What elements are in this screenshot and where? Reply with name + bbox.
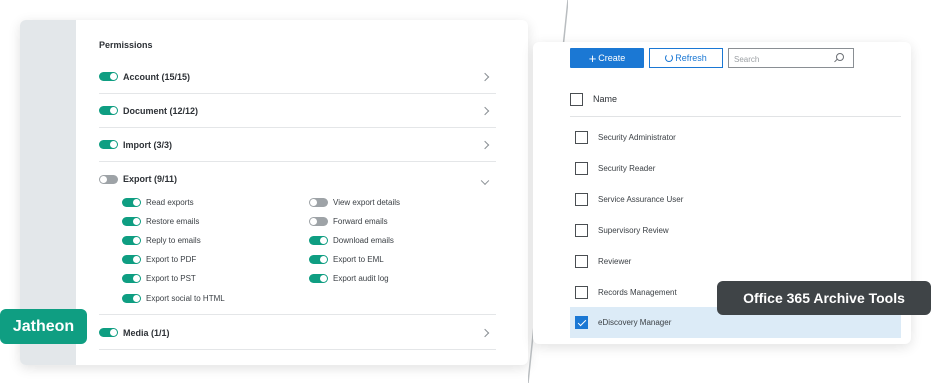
role-row-security-reader[interactable]: Security Reader (570, 153, 901, 184)
select-all-checkbox[interactable] (570, 92, 583, 106)
permission-category-account[interactable]: Account (15/15) (99, 60, 496, 94)
export-item-export-audit-log[interactable]: Export audit log (309, 272, 389, 284)
role-label: Service Assurance User (598, 195, 684, 204)
document-toggle[interactable] (99, 106, 118, 115)
toggle-switch[interactable] (122, 235, 141, 245)
export-item-forward-emails[interactable]: Forward emails (309, 215, 388, 227)
chevron-right-icon[interactable] (480, 328, 490, 337)
refresh-icon (665, 54, 674, 62)
export-item-restore-emails[interactable]: Restore emails (122, 215, 199, 227)
item-label: Restore emails (146, 216, 200, 226)
chevron-right-icon[interactable] (480, 140, 490, 149)
toggle-switch[interactable] (309, 254, 328, 264)
item-label: View export details (333, 197, 400, 207)
jatheon-badge: Jatheon (0, 309, 87, 344)
media-toggle[interactable] (99, 328, 118, 337)
export-item-export-to-pdf[interactable]: Export to PDF (122, 253, 196, 265)
category-label: Export (9/11) (123, 174, 178, 184)
export-toggle[interactable] (99, 175, 118, 184)
toggle-switch[interactable] (309, 273, 328, 283)
export-item-download-emails[interactable]: Download emails (309, 234, 394, 246)
refresh-label: Refresh (675, 53, 707, 63)
permission-category-document[interactable]: Document (12/12) (99, 94, 496, 128)
item-label: Read exports (146, 197, 194, 207)
toggle-switch[interactable] (122, 273, 141, 283)
chevron-right-icon[interactable] (480, 72, 490, 81)
role-row-service-assurance-user[interactable]: Service Assurance User (570, 184, 901, 215)
toggle-switch[interactable] (122, 254, 141, 264)
column-label: Name (593, 94, 618, 104)
item-label: Export to PDF (146, 254, 197, 264)
role-row-reviewer[interactable]: Reviewer (570, 246, 901, 277)
item-label: Export social to HTML (146, 293, 225, 303)
create-label: Create (598, 53, 626, 63)
role-label: eDiscovery Manager (598, 318, 672, 327)
category-label: Import (3/3) (123, 139, 173, 150)
role-label: Reviewer (598, 257, 632, 266)
toggle-switch[interactable] (122, 293, 141, 303)
toggle-switch[interactable] (122, 216, 141, 226)
item-label: Forward emails (333, 216, 388, 226)
export-item-export-social-to-html[interactable]: Export social to HTML (122, 292, 225, 304)
category-label: Document (12/12) (123, 105, 199, 116)
plus-icon: + (588, 50, 597, 66)
export-item-read-exports[interactable]: Read exports (122, 196, 194, 208)
import-toggle[interactable] (99, 140, 118, 149)
toggle-switch[interactable] (309, 216, 328, 226)
row-checkbox[interactable] (575, 193, 588, 206)
export-item-reply-to-emails[interactable]: Reply to emails (122, 234, 201, 246)
row-checkbox[interactable] (575, 255, 588, 268)
account-toggle[interactable] (99, 72, 118, 81)
category-label: Media (1/1) (123, 327, 170, 338)
toggle-switch[interactable] (309, 197, 328, 207)
role-label: Security Reader (598, 164, 656, 173)
item-label: Export audit log (333, 273, 389, 283)
name-column-header: Name (570, 82, 901, 117)
item-label: Reply to emails (146, 235, 201, 245)
row-checkbox[interactable] (575, 131, 588, 144)
permissions-title: Permissions (99, 40, 153, 50)
category-label: Account (15/15) (123, 71, 191, 82)
role-label: Supervisory Review (598, 226, 669, 235)
permission-category-media[interactable]: Media (1/1) (99, 316, 496, 350)
row-checkbox[interactable] (575, 286, 588, 299)
export-item-export-to-pst[interactable]: Export to PST (122, 272, 196, 284)
chevron-down-icon[interactable] (480, 176, 490, 186)
search-input[interactable] (729, 50, 829, 69)
permission-category-import[interactable]: Import (3/3) (99, 128, 496, 162)
jatheon-permissions-panel: Permissions Account (15/15) Document (12… (20, 20, 528, 365)
row-checkbox[interactable] (575, 316, 588, 329)
toggle-switch[interactable] (309, 235, 328, 245)
item-label: Export to EML (333, 254, 384, 264)
toggle-switch[interactable] (122, 197, 141, 207)
office365-archive-tools-badge: Office 365 Archive Tools (717, 281, 931, 315)
row-checkbox[interactable] (575, 224, 588, 237)
item-label: Download emails (333, 235, 394, 245)
row-checkbox[interactable] (575, 162, 588, 175)
item-label: Export to PST (146, 273, 196, 283)
export-item-export-to-eml[interactable]: Export to EML (309, 253, 384, 265)
create-button[interactable]: + Create (570, 48, 644, 68)
chevron-right-icon[interactable] (480, 106, 490, 115)
export-item-view-export-details[interactable]: View export details (309, 196, 400, 208)
role-row-supervisory-review[interactable]: Supervisory Review (570, 215, 901, 246)
role-label: Security Administrator (598, 133, 676, 142)
role-label: Records Management (598, 288, 677, 297)
refresh-button[interactable]: Refresh (649, 48, 723, 68)
search-box[interactable] (728, 48, 854, 69)
role-row-security-administrator[interactable]: Security Administrator (570, 122, 901, 153)
search-icon[interactable] (836, 53, 844, 61)
